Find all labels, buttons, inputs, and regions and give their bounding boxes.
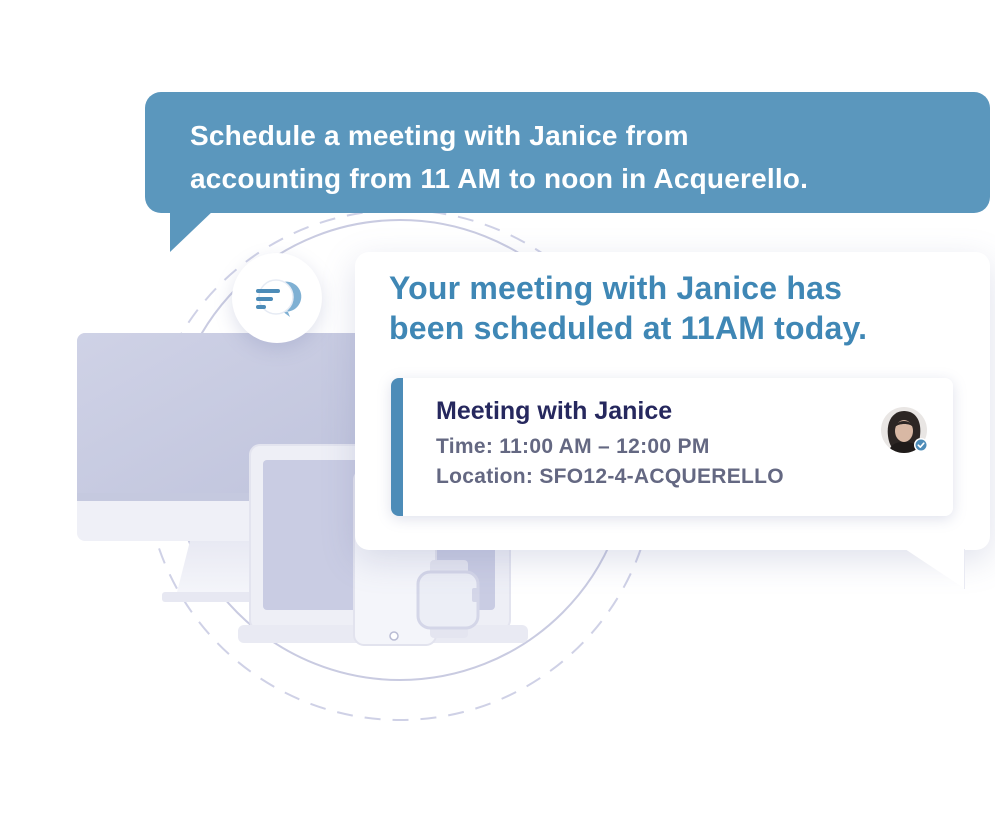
user-bubble-tail xyxy=(170,210,214,252)
scene: Schedule a meeting with Janice from acco… xyxy=(0,0,995,822)
user-message-bubble: Schedule a meeting with Janice from acco… xyxy=(145,92,990,213)
meeting-card-accent xyxy=(391,378,403,516)
user-message-line-2: accounting from 11 AM to noon in Acquere… xyxy=(190,163,809,194)
chat-icon-badge xyxy=(232,253,322,343)
assistant-message-line-1: Your meeting with Janice has xyxy=(389,270,843,306)
watch xyxy=(416,560,480,638)
assistant-bubble-tail xyxy=(905,549,965,589)
chat-bubbles-icon xyxy=(256,279,302,317)
assistant-message-line-2: been scheduled at 11AM today. xyxy=(389,310,868,346)
meeting-card[interactable]: Meeting with Janice Time: 11:00 AM – 12:… xyxy=(391,378,953,516)
attendee-avatar xyxy=(881,407,928,453)
user-message-line-1: Schedule a meeting with Janice from xyxy=(190,120,689,151)
meeting-time: Time: 11:00 AM – 12:00 PM xyxy=(436,435,710,458)
check-icon xyxy=(914,438,928,452)
meeting-title: Meeting with Janice xyxy=(436,397,673,425)
assistant-message: Your meeting with Janice has been schedu… xyxy=(389,268,979,348)
meeting-location: Location: SFO12-4-ACQUERELLO xyxy=(436,465,784,488)
